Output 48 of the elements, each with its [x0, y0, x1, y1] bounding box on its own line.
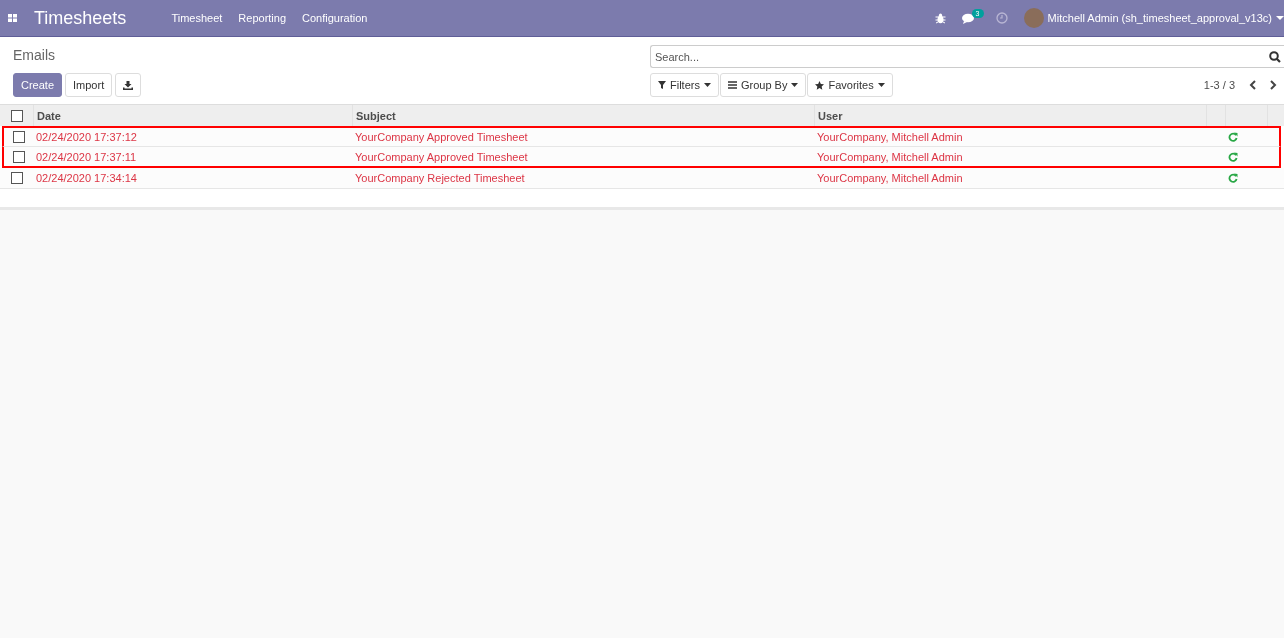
row-checkbox[interactable] [12, 131, 25, 143]
date-cell-text: 02/24/2020 17:37:12 [35, 130, 138, 145]
user-cell-text: YourCompany, Mitchell Admin [816, 171, 964, 186]
chat-icon[interactable] [961, 12, 976, 24]
menu-item[interactable]: Configuration [302, 12, 368, 24]
user-menu[interactable]: Mitchell Admin (sh_timesheet_approval_v13c) [1047, 12, 1272, 24]
refresh-icon[interactable] [1228, 173, 1238, 183]
row-checkbox[interactable] [12, 150, 25, 163]
clock-icon[interactable] [995, 12, 1008, 24]
caret-icon [703, 83, 711, 87]
refresh-icon[interactable] [1228, 132, 1238, 142]
import-button[interactable]: Import [65, 73, 113, 97]
search-icon[interactable] [1269, 50, 1281, 63]
table-row[interactable]: 02/24/2020 17:37:11 YourCompany Approved Timesheet YourCompany, Mitchell Admin [2, 147, 1281, 168]
chevron-right-icon[interactable] [1270, 80, 1277, 90]
subject-cell-text: YourCompany Approved Timesheet [354, 149, 529, 165]
caret-icon [877, 83, 885, 87]
caret-icon[interactable] [1276, 15, 1284, 21]
filter-dropdown[interactable]: Favorites [807, 73, 893, 97]
filter-dropdown[interactable]: Group By [719, 73, 807, 97]
pager-value: 1-3 / 3 [1203, 79, 1235, 91]
user-cell-text: YourCompany, Mitchell Admin [816, 149, 964, 165]
app-title: Timesheets [34, 7, 127, 29]
subject-cell-text: YourCompany Approved Timesheet [354, 130, 529, 145]
date-cell-text: 02/24/2020 17:34:14 [35, 171, 138, 186]
refresh-icon[interactable] [1228, 151, 1238, 162]
list-icon [727, 81, 737, 89]
bug-icon[interactable] [934, 12, 946, 24]
menu-item[interactable]: Timesheet [171, 12, 223, 24]
search-input[interactable]: Search... [651, 50, 1269, 63]
chevron-left-icon[interactable] [1249, 80, 1256, 90]
date-cell-text: 02/24/2020 17:37:11 [35, 149, 138, 165]
subject-cell-text: YourCompany Rejected Timesheet [354, 171, 526, 186]
create-button[interactable]: Create [13, 73, 63, 97]
row-checkbox[interactable] [10, 172, 23, 184]
download-icon [123, 80, 134, 90]
table-row[interactable]: 02/24/2020 17:37:12 YourCompany Approved Timesheet YourCompany, Mitchell Admin [2, 126, 1281, 147]
download-button[interactable] [115, 73, 142, 97]
user-cell-text: YourCompany, Mitchell Admin [816, 130, 964, 145]
breadcrumb-title: Emails [13, 47, 56, 63]
select-all-checkbox[interactable] [10, 109, 23, 122]
filter-dropdown[interactable]: Filters [650, 73, 719, 97]
search-field[interactable]: Search... [650, 45, 1284, 68]
funnel-icon [658, 81, 666, 89]
menu-item[interactable]: Reporting [238, 12, 287, 24]
caret-icon [791, 83, 799, 87]
star-icon [815, 80, 825, 90]
apps-menu-icon[interactable] [8, 13, 18, 23]
